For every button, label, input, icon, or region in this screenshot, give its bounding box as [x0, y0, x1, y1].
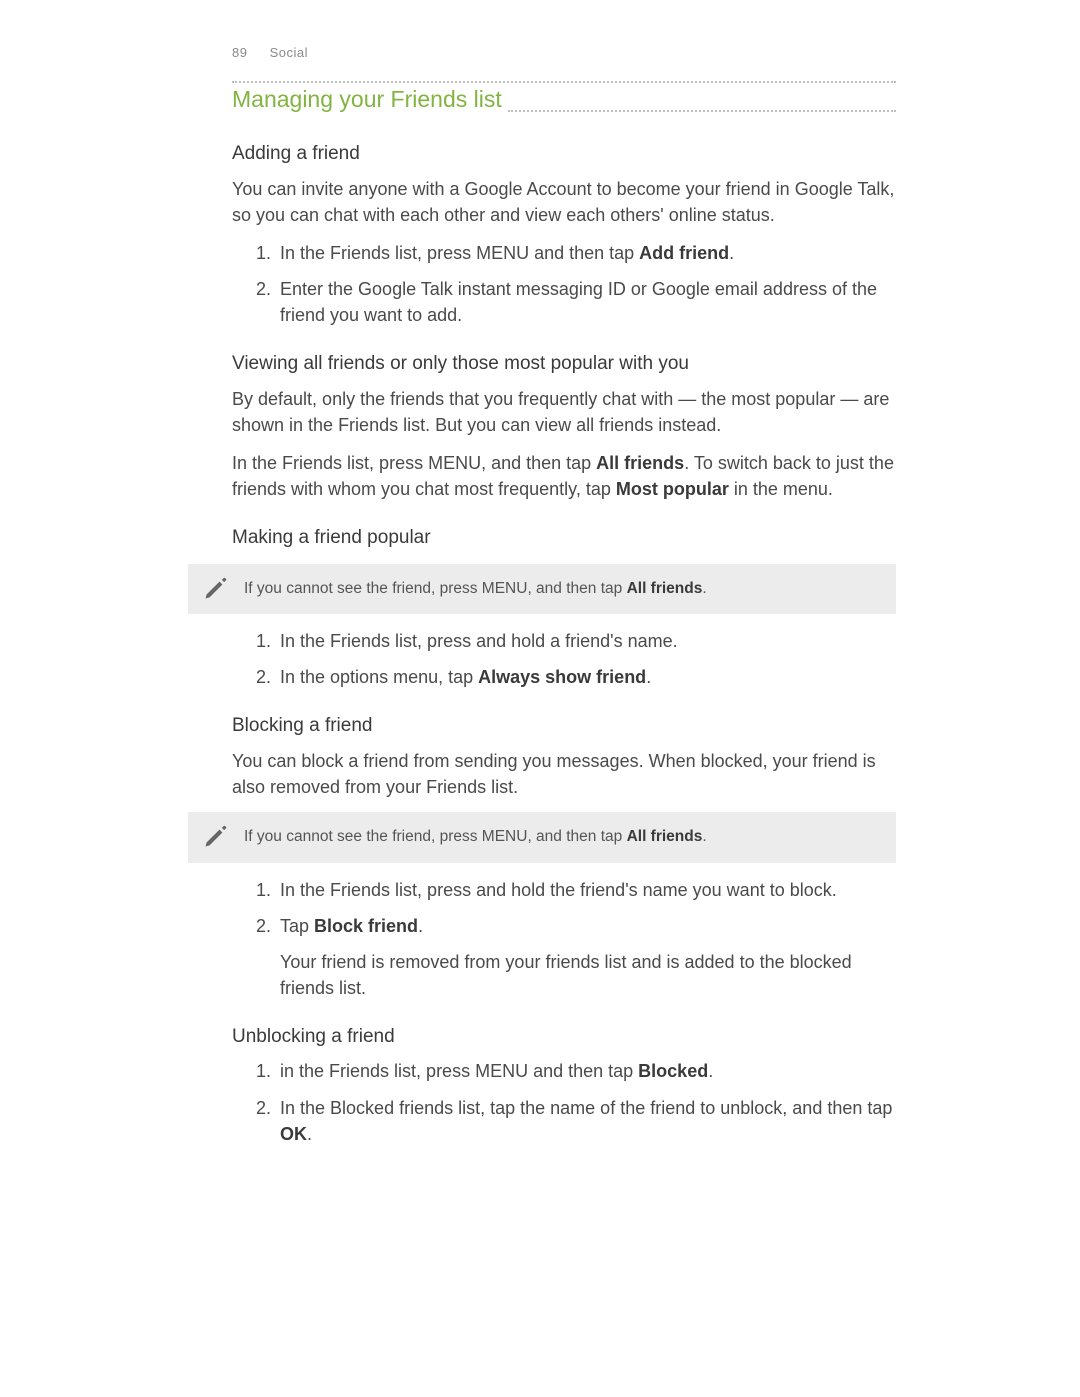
text: In the Friends list, press MENU, and the… [232, 453, 596, 473]
text: If you cannot see the friend, press MENU… [244, 828, 627, 845]
text: . [729, 243, 734, 263]
making-steps: In the Friends list, press and hold a fr… [232, 628, 896, 690]
pencil-icon [202, 574, 230, 602]
text: . [702, 828, 706, 845]
document-page: 89 Social Managing your Friends list Add… [0, 0, 1080, 1397]
heading-viewing: Viewing all friends or only those most p… [232, 350, 896, 378]
subsection-making: Making a friend popular If you cannot se… [232, 524, 896, 690]
list-item: In the Friends list, press and hold a fr… [276, 628, 896, 654]
section-title: Managing your Friends list [232, 83, 502, 118]
blocking-after: Your friend is removed from your friends… [280, 949, 896, 1001]
text: . [708, 1061, 713, 1081]
text: . [418, 916, 423, 936]
subsection-viewing: Viewing all friends or only those most p… [232, 350, 896, 502]
heading-blocking: Blocking a friend [232, 712, 896, 740]
heading-adding: Adding a friend [232, 140, 896, 168]
section-title-block: Managing your Friends list [232, 81, 896, 118]
bold-text: All friends [627, 828, 703, 845]
list-item: Tap Block friend. Your friend is removed… [276, 913, 896, 1001]
unblocking-steps: in the Friends list, press MENU and then… [232, 1058, 896, 1146]
list-item: In the options menu, tap Always show fri… [276, 664, 896, 690]
list-item: Enter the Google Talk instant messaging … [276, 276, 896, 328]
blocking-intro: You can block a friend from sending you … [232, 748, 896, 800]
subsection-adding: Adding a friend You can invite anyone wi… [232, 140, 896, 328]
text: In the Blocked friends list, tap the nam… [280, 1098, 892, 1118]
bold-text: Add friend [639, 243, 729, 263]
blocking-steps: In the Friends list, press and hold the … [232, 877, 896, 1001]
page-header: 89 Social [232, 44, 896, 63]
text: . [646, 667, 651, 687]
bold-text: Most popular [616, 479, 729, 499]
adding-intro: You can invite anyone with a Google Acco… [232, 176, 896, 228]
text: . [702, 580, 706, 597]
bold-text: Block friend [314, 916, 418, 936]
list-item: In the Friends list, press and hold the … [276, 877, 896, 903]
list-item: in the Friends list, press MENU and then… [276, 1058, 896, 1084]
bold-text: OK [280, 1124, 307, 1144]
list-item: In the Friends list, press MENU and then… [276, 240, 896, 266]
bold-text: Always show friend [478, 667, 646, 687]
viewing-p1: By default, only the friends that you fr… [232, 386, 896, 438]
note-box: If you cannot see the friend, press MENU… [188, 812, 896, 862]
heading-making: Making a friend popular [232, 524, 896, 552]
list-item: In the Blocked friends list, tap the nam… [276, 1095, 896, 1147]
text: Tap [280, 916, 314, 936]
text: In the options menu, tap [280, 667, 478, 687]
page-number: 89 [232, 44, 247, 63]
subsection-blocking: Blocking a friend You can block a friend… [232, 712, 896, 1001]
divider-bottom [508, 110, 896, 112]
heading-unblocking: Unblocking a friend [232, 1023, 896, 1051]
text: . [307, 1124, 312, 1144]
chapter-name: Social [270, 45, 308, 60]
text: If you cannot see the friend, press MENU… [244, 580, 627, 597]
bold-text: All friends [596, 453, 684, 473]
bold-text: Blocked [638, 1061, 708, 1081]
bold-text: All friends [627, 580, 703, 597]
pencil-icon [202, 822, 230, 850]
text: in the Friends list, press MENU and then… [280, 1061, 638, 1081]
text: In the Friends list, press MENU and then… [280, 243, 639, 263]
note-box: If you cannot see the friend, press MENU… [188, 564, 896, 614]
viewing-p2: In the Friends list, press MENU, and the… [232, 450, 896, 502]
adding-steps: In the Friends list, press MENU and then… [232, 240, 896, 328]
subsection-unblocking: Unblocking a friend in the Friends list,… [232, 1023, 896, 1147]
text: in the menu. [729, 479, 833, 499]
